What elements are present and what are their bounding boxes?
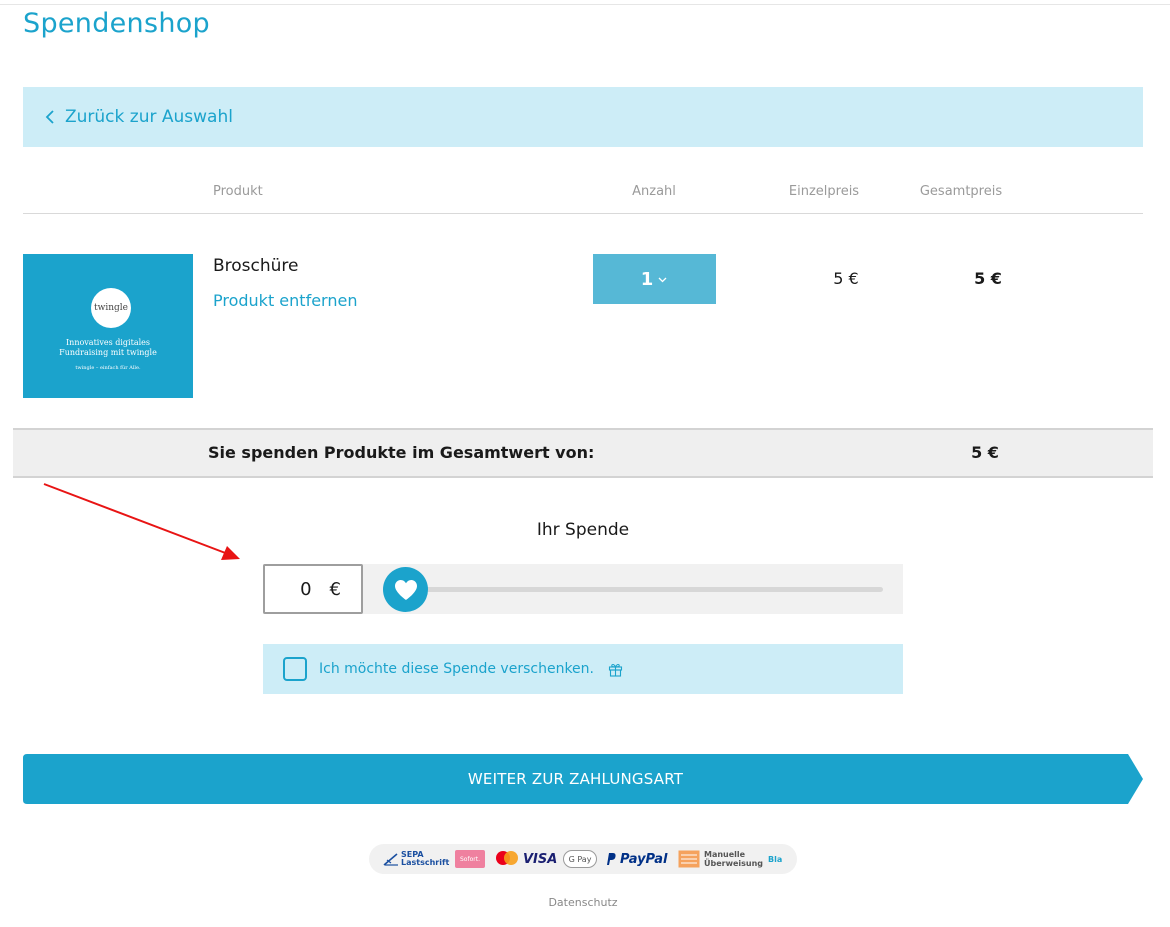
page-title: Spendenshop: [23, 8, 211, 39]
gift-icon: [608, 663, 623, 677]
summary-label: Sie spenden Produkte im Gesamtwert von:: [208, 443, 595, 462]
product-image: twingle Innovatives digitales Fundraisin…: [23, 254, 193, 398]
column-header-quantity: Anzahl: [632, 184, 676, 199]
product-image-tagline: twingle – einfach für Alle.: [75, 365, 141, 371]
product-image-caption: Innovatives digitales Fundraising mit tw…: [59, 338, 157, 357]
slider-handle[interactable]: [383, 567, 428, 612]
red-arrow-annotation: [43, 483, 240, 560]
paypal-icon: [607, 853, 616, 865]
twingle-logo: twingle: [91, 288, 131, 328]
sepa-logo: SEPA Lastschrift: [383, 844, 449, 874]
donation-title: Ihr Spende: [536, 520, 630, 540]
mastercard-icon: [496, 851, 518, 865]
gift-label[interactable]: Ich möchte diese Spende verschenken.: [319, 661, 594, 677]
gift-option: Ich möchte diese Spende verschenken.: [263, 644, 903, 694]
remove-product-link[interactable]: Produkt entfernen: [213, 291, 357, 310]
donation-slider: 0 €: [263, 564, 903, 614]
chevron-left-icon: [45, 110, 54, 124]
product-name: Broschüre: [213, 256, 299, 276]
currency-symbol: €: [329, 578, 341, 600]
cta-label: WEITER ZUR ZAHLUNGSART: [467, 770, 684, 788]
column-header-product: Produkt: [213, 184, 263, 199]
top-divider: [0, 4, 1170, 5]
heart-icon: [394, 579, 417, 600]
visa-logo: VISA: [523, 851, 558, 867]
bank-transfer-logo: Manuelle Überweisung: [678, 844, 763, 874]
transfer-form-icon: [678, 850, 700, 868]
payment-methods: SEPA Lastschrift Sofort. VISA G Pay PayPa…: [369, 844, 797, 874]
mastercard-logo: [494, 844, 520, 874]
sepa-icon: [383, 853, 398, 866]
paypal-logo: PayPal: [605, 844, 667, 874]
privacy-link[interactable]: Datenschutz: [523, 896, 643, 909]
summary-bar: Sie spenden Produkte im Gesamtwert von: …: [13, 428, 1153, 478]
slider-track[interactable]: [405, 587, 883, 592]
chevron-down-icon: [658, 277, 667, 282]
summary-value: 5 €: [971, 443, 999, 462]
quantity-value: 1: [640, 268, 654, 290]
quantity-select[interactable]: 1: [593, 254, 716, 304]
unit-price: 5 €: [833, 269, 859, 288]
continue-to-payment-button[interactable]: WEITER ZUR ZAHLUNGSART: [23, 754, 1143, 804]
donation-amount-input[interactable]: 0 €: [263, 564, 363, 614]
gift-checkbox[interactable]: [283, 657, 307, 681]
back-label: Zurück zur Auswahl: [65, 107, 233, 127]
sofort-logo: Sofort.: [455, 844, 485, 874]
total-price: 5 €: [974, 269, 1002, 288]
donation-amount-value: 0: [300, 578, 312, 600]
back-to-selection-button[interactable]: Zurück zur Auswahl: [23, 87, 1143, 147]
column-header-unit-price: Einzelpreis: [788, 184, 860, 199]
table-header-divider: [23, 213, 1143, 214]
google-pay-logo: G Pay: [563, 844, 597, 874]
column-header-total-price: Gesamtpreis: [919, 184, 1003, 199]
more-payment-logo: Bla: [768, 854, 783, 864]
